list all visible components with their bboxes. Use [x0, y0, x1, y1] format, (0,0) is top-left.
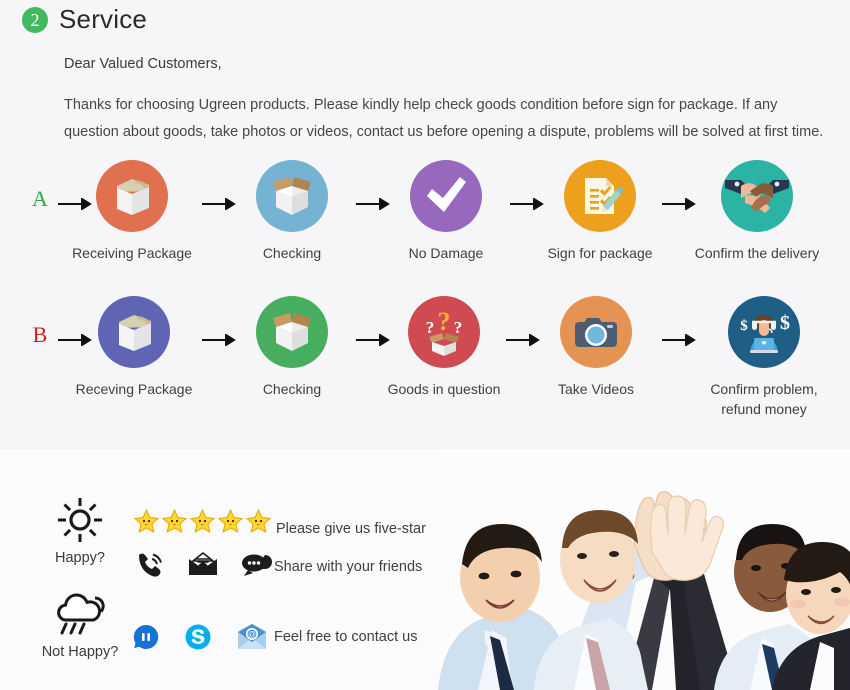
flow-row-a: A Receiving Package Checking No Damage S…: [0, 160, 850, 280]
flow-letter-b: B: [32, 322, 48, 347]
star-icon[interactable]: [245, 508, 272, 540]
flow-step-b-3: ? ? ? Goods in question: [369, 296, 519, 399]
flow-step-label: Take Videos: [557, 381, 634, 397]
star-icon[interactable]: [161, 508, 188, 540]
share-note: Share with your friends: [274, 559, 423, 575]
flow-step-label: Checking: [262, 245, 322, 261]
flow-step-label: Checking: [262, 381, 322, 397]
flow-step-a-2: Checking: [217, 160, 367, 263]
handshake-icon: [721, 160, 793, 232]
mood-not-happy-label: Not Happy?: [41, 644, 119, 660]
open-box-icon: [256, 160, 328, 232]
email-icon[interactable]: @: [235, 623, 269, 656]
flow-step-label: No Damage: [408, 245, 484, 261]
skype-icon[interactable]: [183, 622, 213, 657]
clipboard-pencil-icon: [564, 160, 636, 232]
flow-step-label: Receving Package: [75, 381, 193, 397]
camera-icon: [560, 296, 632, 368]
flow-step-label: Confirm the delivery: [694, 245, 820, 261]
sun-icon: [28, 494, 132, 546]
chat-bubble-icon[interactable]: [241, 551, 273, 583]
business-team-high-five-photo: [438, 452, 850, 690]
rain-cloud-icon: [28, 588, 132, 640]
flow-step-label: Goods in question: [387, 381, 501, 397]
salutation-text: Dear Valued Customers,: [64, 56, 222, 72]
flow-step-label: Receiving Package: [72, 245, 192, 261]
flow-step-label: Confirm problem, refund money: [710, 381, 818, 417]
flow-row-b: B Receving Package Checking ? ? ? Goods …: [0, 296, 850, 419]
mood-happy: Happy?: [28, 494, 132, 566]
mood-not-happy: Not Happy?: [28, 588, 132, 660]
service-page: 2 Service Dear Valued Customers, Thanks …: [0, 0, 850, 690]
svg-text:@: @: [248, 630, 256, 639]
svg-text:$: $: [780, 312, 790, 334]
contact-note: Feel free to contact us: [274, 629, 418, 645]
flow-step-a-4: Sign for package: [525, 160, 675, 263]
svg-text:$: $: [740, 318, 748, 334]
phone-icon[interactable]: [135, 550, 165, 583]
star-icon[interactable]: [189, 508, 216, 540]
flow-step-b-5: $ $ Confirm problem, refund money: [689, 296, 839, 419]
page-title: Service: [59, 4, 148, 34]
flow-step-b-1: Receving Package: [59, 296, 209, 399]
flow-letter-a: A: [32, 186, 48, 211]
flow-step-b-4: Take Videos: [521, 296, 671, 399]
service-panel: 2 Service Dear Valued Customers, Thanks …: [0, 0, 850, 452]
svg-text:?: ?: [438, 307, 451, 336]
star-icon[interactable]: [217, 508, 244, 540]
flow-step-a-1: Receiving Package: [57, 160, 207, 263]
envelope-icon[interactable]: [187, 551, 219, 582]
flow-step-a-5: Confirm the delivery: [682, 160, 832, 263]
share-icons: [135, 550, 273, 583]
flow-step-label: Sign for package: [547, 245, 653, 261]
section-number-badge: 2: [22, 6, 48, 33]
support-agent-icon: $ $: [728, 296, 800, 368]
open-box-icon: [256, 296, 328, 368]
mood-happy-label: Happy?: [55, 550, 105, 566]
five-star-note: Please give us five-star: [276, 521, 426, 537]
svg-text:?: ?: [454, 318, 463, 337]
checkmark-icon: [410, 160, 482, 232]
service-body-text: Thanks for choosing Ugreen products. Ple…: [64, 97, 824, 140]
question-box-icon: ? ? ?: [408, 296, 480, 368]
closed-box-icon: [96, 160, 168, 232]
star-icon[interactable]: [133, 508, 160, 540]
flow-step-b-2: Checking: [217, 296, 367, 399]
closed-box-icon: [98, 296, 170, 368]
flow-step-a-3: No Damage: [371, 160, 521, 263]
section-header: 2 Service: [22, 4, 147, 35]
star-rating[interactable]: [133, 508, 272, 540]
svg-text:?: ?: [426, 318, 435, 337]
contact-icons: @: [131, 622, 269, 657]
aliwangwang-icon[interactable]: [131, 622, 161, 657]
